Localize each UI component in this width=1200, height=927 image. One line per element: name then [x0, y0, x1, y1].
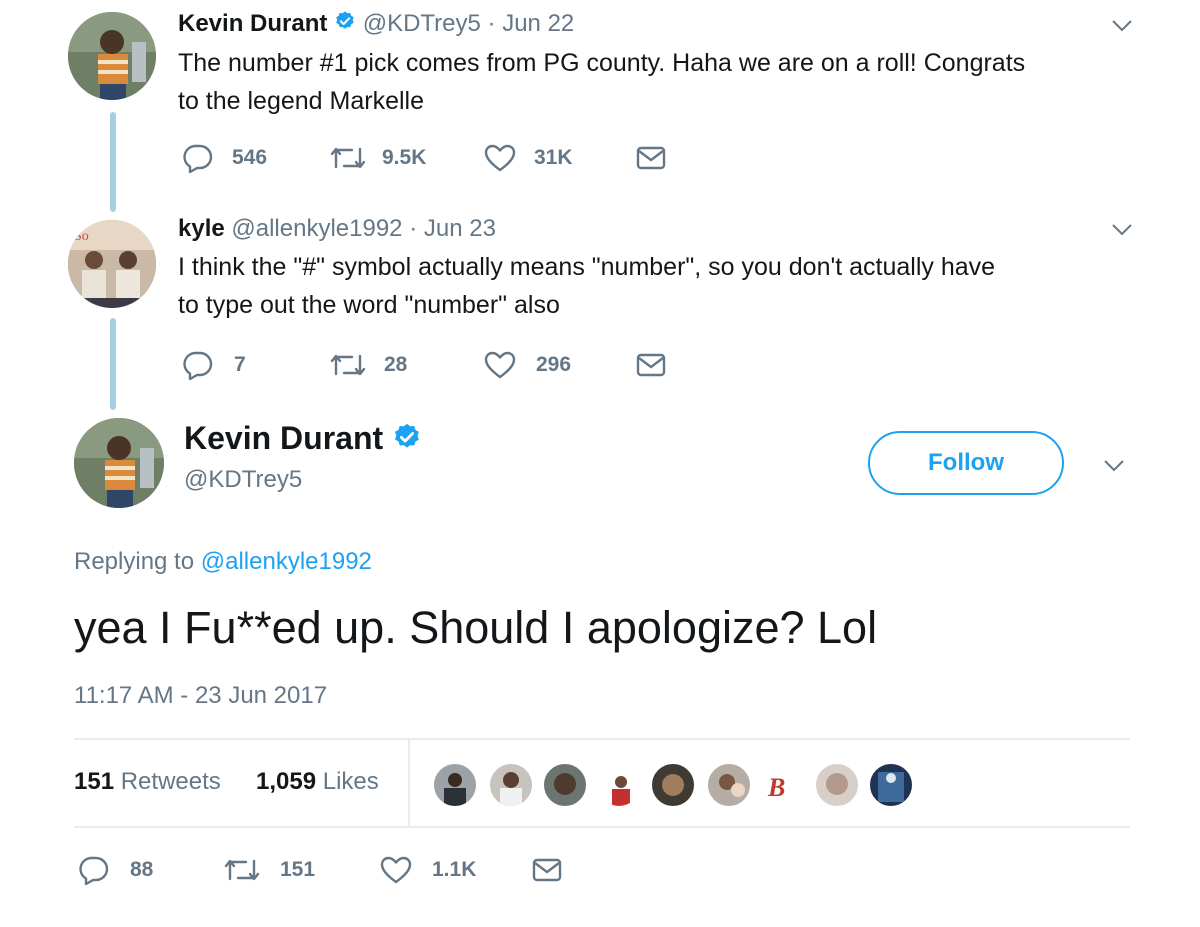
liker-avatar[interactable] — [706, 762, 752, 808]
author-header: Kevin Durant — [184, 420, 422, 460]
reply-icon — [183, 351, 213, 380]
tweet-text-line: The number #1 pick comes from PG county.… — [178, 49, 1026, 77]
replying-to: Replying to @allenkyle1992 — [74, 548, 372, 576]
reply-action[interactable]: 546 — [182, 143, 267, 173]
like-count: 31K — [534, 146, 573, 169]
reply-action[interactable]: 7 — [182, 350, 246, 380]
avatar[interactable] — [74, 418, 164, 508]
like-count: 1.1K — [432, 858, 477, 881]
avatar[interactable]: So — [68, 220, 156, 308]
like-stat-count: 1,059 — [256, 768, 317, 795]
retweet-count: 9.5K — [382, 146, 427, 169]
retweet-stat-count: 151 — [74, 768, 115, 795]
verified-icon — [334, 10, 356, 39]
author-handle[interactable]: @KDTrey5 — [363, 10, 481, 37]
retweet-icon — [330, 354, 366, 376]
like-stat-label: Likes — [322, 768, 379, 795]
liker-avatar[interactable] — [814, 762, 860, 808]
liker-avatar[interactable] — [488, 762, 534, 808]
author-name[interactable]: kyle — [178, 215, 225, 242]
retweet-stat[interactable]: 151 Retweets — [74, 768, 221, 796]
tweet-text-line: to the legend Markelle — [178, 87, 424, 115]
message-icon — [636, 146, 666, 170]
tweet-text: I think the "#" symbol actually means "n… — [178, 248, 995, 324]
author-name[interactable]: Kevin Durant — [184, 420, 383, 456]
thread-line — [110, 318, 116, 410]
chevron-down-icon[interactable] — [1110, 222, 1134, 238]
retweet-icon — [330, 147, 366, 169]
reply-count: 88 — [130, 858, 154, 881]
reply-action[interactable]: 88 — [78, 855, 153, 885]
liker-avatar[interactable] — [596, 762, 642, 808]
liker-avatar[interactable] — [868, 762, 914, 808]
retweet-action[interactable]: 28 — [328, 350, 407, 380]
follow-button[interactable]: Follow — [868, 431, 1064, 495]
svg-text:So: So — [74, 229, 89, 244]
liker-avatar[interactable]: B — [760, 762, 806, 808]
vertical-divider — [408, 740, 410, 826]
like-count: 296 — [536, 353, 572, 376]
liker-avatar[interactable] — [542, 762, 588, 808]
like-action[interactable]: 1.1K — [380, 855, 476, 885]
message-icon — [532, 858, 562, 882]
tweet-header: kyle @allenkyle1992 · Jun 23 — [178, 215, 496, 243]
message-action[interactable] — [636, 145, 666, 171]
message-icon — [636, 353, 666, 377]
main-tweet-text: yea I Fu**ed up. Should I apologize? Lol — [74, 602, 878, 653]
chevron-down-icon[interactable] — [1102, 458, 1126, 474]
verified-icon — [392, 422, 422, 460]
thread-line — [110, 112, 116, 212]
reply-count: 546 — [232, 146, 268, 169]
replying-handle-link[interactable]: @allenkyle1992 — [201, 548, 372, 575]
message-action[interactable] — [532, 857, 562, 883]
retweet-count: 151 — [280, 858, 316, 881]
author-handle[interactable]: @allenkyle1992 — [231, 215, 402, 242]
like-icon — [484, 351, 516, 379]
retweet-icon — [224, 859, 260, 881]
author-handle[interactable]: @KDTrey5 — [184, 466, 302, 494]
tweet-text: The number #1 pick comes from PG county.… — [178, 44, 1025, 120]
like-action[interactable]: 31K — [484, 143, 573, 173]
reply-count: 7 — [234, 353, 246, 376]
tweet-text-line: to type out the word "number" also — [178, 291, 560, 319]
chevron-down-icon[interactable] — [1110, 18, 1134, 34]
liker-avatar[interactable] — [432, 762, 478, 808]
like-action[interactable]: 296 — [484, 350, 571, 380]
author-name[interactable]: Kevin Durant — [178, 10, 327, 37]
retweet-action[interactable]: 9.5K — [328, 143, 426, 173]
reply-icon — [183, 144, 213, 173]
liker-avatar[interactable] — [650, 762, 696, 808]
replying-prefix: Replying to — [74, 548, 195, 575]
retweet-action[interactable]: 151 — [222, 855, 315, 885]
divider — [74, 826, 1130, 828]
tweet-timestamp[interactable]: 11:17 AM - 23 Jun 2017 — [74, 682, 327, 710]
tweet-header: Kevin Durant @KDTrey5 · Jun 22 — [178, 10, 574, 39]
tweet-date[interactable]: · Jun 23 — [409, 215, 496, 242]
avatar[interactable] — [68, 12, 156, 100]
like-icon — [380, 856, 412, 884]
like-icon — [484, 144, 516, 172]
message-action[interactable] — [636, 352, 666, 378]
tweet-date[interactable]: · Jun 22 — [488, 10, 575, 37]
tweet-text-line: I think the "#" symbol actually means "n… — [178, 253, 996, 281]
reply-icon — [79, 856, 109, 885]
retweet-stat-label: Retweets — [120, 768, 221, 795]
svg-text:B: B — [767, 773, 785, 802]
like-stat[interactable]: 1,059 Likes — [256, 768, 379, 796]
divider — [74, 738, 1130, 740]
retweet-count: 28 — [384, 353, 408, 376]
